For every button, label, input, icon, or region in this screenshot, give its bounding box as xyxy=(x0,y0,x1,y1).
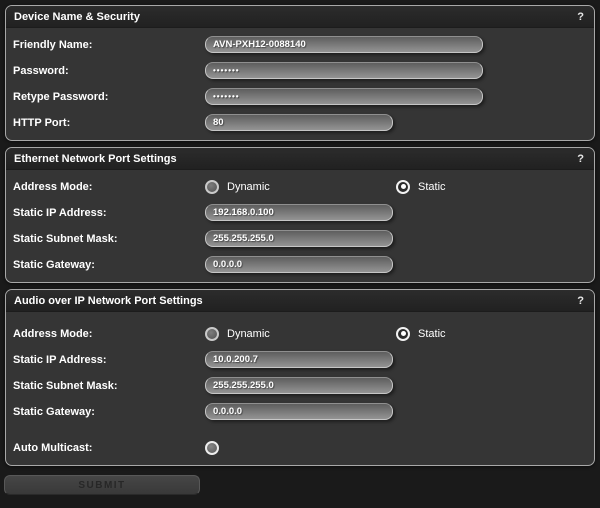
http-port-label: HTTP Port: xyxy=(13,117,205,129)
section-header: Ethernet Network Port Settings ? xyxy=(6,148,594,170)
ethernet-subnet-mask-row: Static Subnet Mask: 255.255.255.0 xyxy=(13,230,587,247)
friendly-name-input[interactable]: AVN-PXH12-0088140 xyxy=(205,36,483,53)
aoip-subnet-mask-row: Static Subnet Mask: 255.255.255.0 xyxy=(13,377,587,394)
subnet-mask-label: Static Subnet Mask: xyxy=(13,380,205,392)
section-title: Audio over IP Network Port Settings xyxy=(14,295,203,307)
section-title: Device Name & Security xyxy=(14,11,140,23)
friendly-name-label: Friendly Name: xyxy=(13,39,205,51)
http-port-row: HTTP Port: 80 xyxy=(13,114,587,131)
auto-multicast-row: Auto Multicast: xyxy=(13,439,587,456)
submit-button[interactable]: SUBMIT xyxy=(4,475,200,495)
ethernet-gateway-row: Static Gateway: 0.0.0.0 xyxy=(13,256,587,273)
ethernet-dynamic-option: Dynamic xyxy=(205,180,396,194)
aoip-gateway-input[interactable]: 0.0.0.0 xyxy=(205,403,393,420)
static-option-label: Static xyxy=(418,181,446,193)
ethernet-static-ip-input[interactable]: 192.168.0.100 xyxy=(205,204,393,221)
help-icon[interactable]: ? xyxy=(575,153,586,165)
aoip-static-ip-input[interactable]: 10.0.200.7 xyxy=(205,351,393,368)
friendly-name-row: Friendly Name: AVN-PXH12-0088140 xyxy=(13,36,587,53)
aoip-dynamic-option: Dynamic xyxy=(205,327,396,341)
section-title: Ethernet Network Port Settings xyxy=(14,153,177,165)
http-port-input[interactable]: 80 xyxy=(205,114,393,131)
ethernet-address-mode-row: Address Mode: Dynamic Static xyxy=(13,178,587,195)
retype-password-input[interactable]: ••••••• xyxy=(205,88,483,105)
auto-multicast-label: Auto Multicast: xyxy=(13,442,205,454)
password-label: Password: xyxy=(13,65,205,77)
section-body: Friendly Name: AVN-PXH12-0088140 Passwor… xyxy=(6,28,594,131)
subnet-mask-label: Static Subnet Mask: xyxy=(13,233,205,245)
ethernet-settings-section: Ethernet Network Port Settings ? Address… xyxy=(5,147,595,283)
retype-password-label: Retype Password: xyxy=(13,91,205,103)
ethernet-static-option: Static xyxy=(396,180,587,194)
ethernet-dynamic-radio[interactable] xyxy=(205,180,219,194)
section-body: Address Mode: Dynamic Static Static IP A… xyxy=(6,170,594,273)
gateway-label: Static Gateway: xyxy=(13,259,205,271)
auto-multicast-checkbox[interactable] xyxy=(205,441,219,455)
aoip-settings-section: Audio over IP Network Port Settings ? Ad… xyxy=(5,289,595,466)
ethernet-static-ip-row: Static IP Address: 192.168.0.100 xyxy=(13,204,587,221)
aoip-address-mode-row: Address Mode: Dynamic Static xyxy=(13,325,587,342)
static-ip-label: Static IP Address: xyxy=(13,207,205,219)
gateway-label: Static Gateway: xyxy=(13,406,205,418)
retype-password-row: Retype Password: ••••••• xyxy=(13,88,587,105)
password-row: Password: ••••••• xyxy=(13,62,587,79)
aoip-static-radio[interactable] xyxy=(396,327,410,341)
address-mode-label: Address Mode: xyxy=(13,181,205,193)
aoip-static-option: Static xyxy=(396,327,587,341)
section-header: Audio over IP Network Port Settings ? xyxy=(6,290,594,312)
password-input[interactable]: ••••••• xyxy=(205,62,483,79)
dynamic-option-label: Dynamic xyxy=(227,181,270,193)
aoip-subnet-mask-input[interactable]: 255.255.255.0 xyxy=(205,377,393,394)
aoip-static-ip-row: Static IP Address: 10.0.200.7 xyxy=(13,351,587,368)
ethernet-subnet-mask-input[interactable]: 255.255.255.0 xyxy=(205,230,393,247)
section-body: Address Mode: Dynamic Static Static IP A… xyxy=(6,312,594,456)
aoip-gateway-row: Static Gateway: 0.0.0.0 xyxy=(13,403,587,420)
help-icon[interactable]: ? xyxy=(575,11,586,23)
help-icon[interactable]: ? xyxy=(575,295,586,307)
ethernet-static-radio[interactable] xyxy=(396,180,410,194)
dynamic-option-label: Dynamic xyxy=(227,328,270,340)
aoip-dynamic-radio[interactable] xyxy=(205,327,219,341)
device-name-security-section: Device Name & Security ? Friendly Name: … xyxy=(5,5,595,141)
section-header: Device Name & Security ? xyxy=(6,6,594,28)
ethernet-gateway-input[interactable]: 0.0.0.0 xyxy=(205,256,393,273)
static-option-label: Static xyxy=(418,328,446,340)
address-mode-label: Address Mode: xyxy=(13,328,205,340)
static-ip-label: Static IP Address: xyxy=(13,354,205,366)
